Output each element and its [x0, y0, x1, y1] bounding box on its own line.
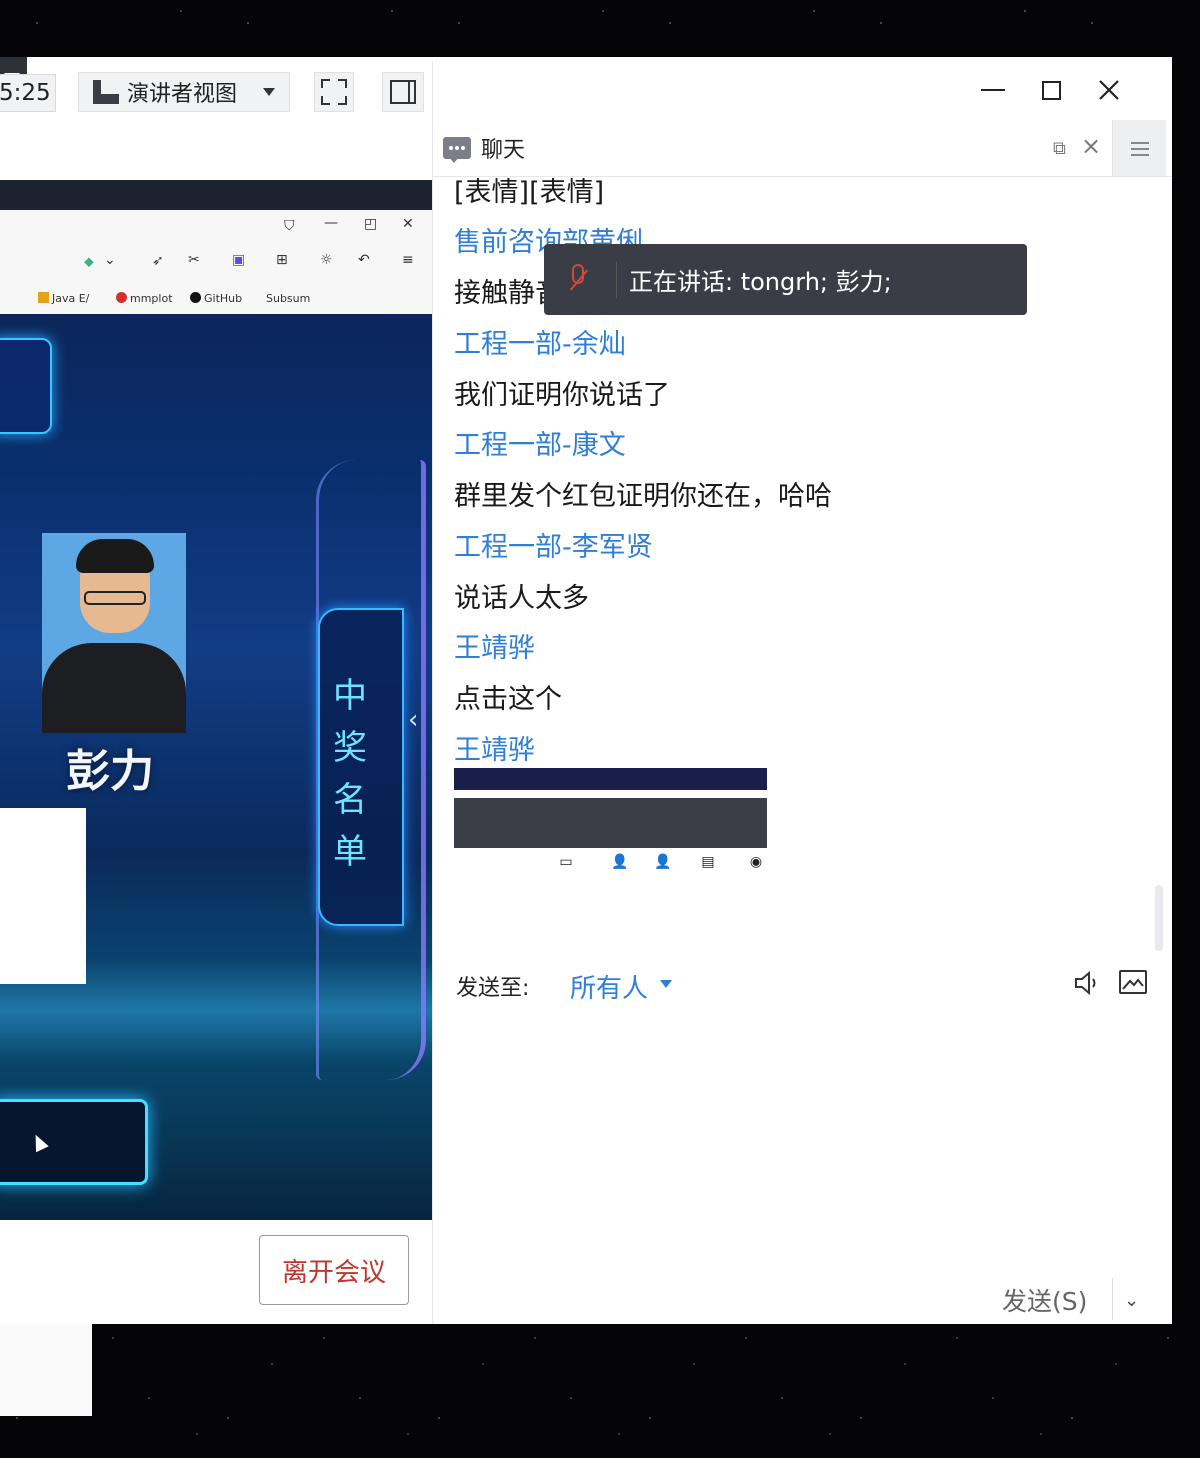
mic-off-icon — [544, 244, 616, 315]
bookmark-item: Subsum — [266, 292, 311, 305]
speaking-indicator: 正在讲话: tongrh; 彭力; — [544, 244, 1027, 315]
maximize-button[interactable] — [1034, 73, 1068, 107]
image-icon[interactable] — [1119, 970, 1147, 994]
layout-icon — [390, 80, 416, 104]
maximize-icon — [1041, 80, 1061, 100]
chat-sender: 工程一部-余灿 — [454, 329, 626, 360]
winner-photo — [42, 533, 186, 733]
chat-message: 我们证明你说话了 — [454, 380, 670, 411]
chat-title: 聊天 — [481, 138, 526, 163]
blank-tile — [0, 1324, 92, 1416]
shared-screen: ⛉ — ◰ ✕ ⬥ ⌄ ➶ ✂ ▣ ⊞ ☼ ↶ ≡ Java E/ mmplot… — [0, 180, 432, 1220]
view-mode-dropdown[interactable]: 演讲者视图 — [78, 72, 290, 112]
popout-icon[interactable]: ⧉ — [1053, 138, 1066, 159]
presenter-view-icon — [93, 80, 119, 104]
scissors-icon: ✂ — [188, 252, 200, 268]
layout-toggle-button[interactable] — [382, 72, 424, 112]
chat-sender: 王靖骅 — [454, 633, 535, 664]
blank-panel — [0, 808, 86, 984]
shared-browser-toolbar: ⛉ — ◰ ✕ ⬥ ⌄ ➶ ✂ ▣ ⊞ ☼ ↶ ≡ Java E/ mmplot… — [0, 210, 432, 314]
fullscreen-button[interactable] — [314, 72, 354, 112]
chevron-down-icon[interactable] — [660, 980, 672, 988]
chat-scrollbar[interactable] — [1155, 885, 1163, 951]
menu-icon: ≡ — [402, 252, 414, 268]
recipient-dropdown[interactable]: 所有人 — [570, 968, 648, 1005]
close-chat-icon[interactable]: × — [1081, 132, 1101, 160]
close-button[interactable] — [1092, 73, 1126, 107]
invite-icon: 👤 — [654, 854, 672, 870]
minimize-icon: — — [324, 215, 338, 231]
chat-header: 聊天 ⧉ × — [433, 120, 1172, 177]
chat-message: 点击这个 — [454, 684, 562, 715]
window-controls — [972, 57, 1172, 121]
chat-message: 群里发个红包证明你还在，哈哈 — [454, 481, 832, 512]
close-icon — [1099, 80, 1119, 100]
menu-icon — [1131, 142, 1149, 144]
send-to-label: 发送至: — [456, 976, 530, 1001]
send-options-chevron-icon[interactable]: ⌄ — [1124, 1290, 1139, 1311]
chat-sender: 工程一部-李军贤 — [454, 532, 653, 563]
shirt-icon: ⛉ — [284, 218, 295, 234]
meeting-timer: 5:25 — [0, 74, 56, 112]
bookmark-item: GitHub — [190, 292, 242, 305]
glow-card — [0, 338, 52, 434]
chat-message: [表情][表情] — [454, 178, 605, 208]
bookmark-item: Java E/ — [38, 292, 89, 305]
pin-icon: ⬥ — [84, 254, 94, 270]
bookmark-item: mmplot — [116, 292, 173, 305]
minimize-icon — [981, 89, 1005, 91]
share-screen-icon: ▭ — [559, 854, 573, 870]
send-button[interactable]: 发送(S) — [1002, 1282, 1087, 1318]
close-icon: ✕ — [402, 216, 414, 232]
winner-name: 彭力 — [66, 746, 154, 797]
send-to-row: 发送至: 所有人 — [433, 958, 1172, 1012]
translate-icon: ▣ — [232, 252, 246, 268]
brightness-icon: ☼ — [320, 252, 333, 268]
prize-list-title: 中 奖 名 单 — [333, 676, 367, 872]
chat-message: 说话人太多 — [454, 583, 589, 614]
leave-meeting-button[interactable]: 离开会议 — [259, 1235, 409, 1305]
view-mode-label: 演讲者视图 — [127, 82, 238, 107]
chevron-down-icon — [263, 88, 275, 96]
chat-screenshot-image[interactable]: ▭ 👤 👤 ▤ ◉ — [454, 768, 767, 884]
chat-sender: 工程一部-康文 — [454, 430, 626, 461]
minimize-button[interactable] — [976, 73, 1010, 107]
speaking-text: 正在讲话: tongrh; 彭力; — [629, 268, 892, 296]
record-icon: ◉ — [749, 854, 763, 870]
glow-button — [0, 1099, 148, 1185]
grid-icon: ⊞ — [276, 252, 288, 268]
undo-icon: ↶ — [358, 252, 370, 268]
chevron-down-icon: ⌄ — [104, 252, 116, 268]
fullscreen-icon — [321, 79, 330, 88]
speaker-icon[interactable] — [1073, 970, 1101, 996]
chevron-left-icon[interactable]: ‹ — [408, 705, 418, 735]
share-top-strip — [0, 180, 432, 210]
bird-icon: ➶ — [152, 253, 164, 269]
chat-menu-button[interactable] — [1112, 120, 1166, 176]
participants-icon: 👤 — [611, 854, 629, 870]
chat-icon: ▤ — [701, 854, 715, 870]
restore-icon: ◰ — [364, 216, 378, 232]
meeting-toolbar: 5:25 演讲者视图 — [0, 62, 433, 120]
chat-icon — [443, 137, 471, 163]
send-separator — [1112, 1278, 1113, 1320]
chat-sender: 王靖骅 — [454, 735, 535, 766]
